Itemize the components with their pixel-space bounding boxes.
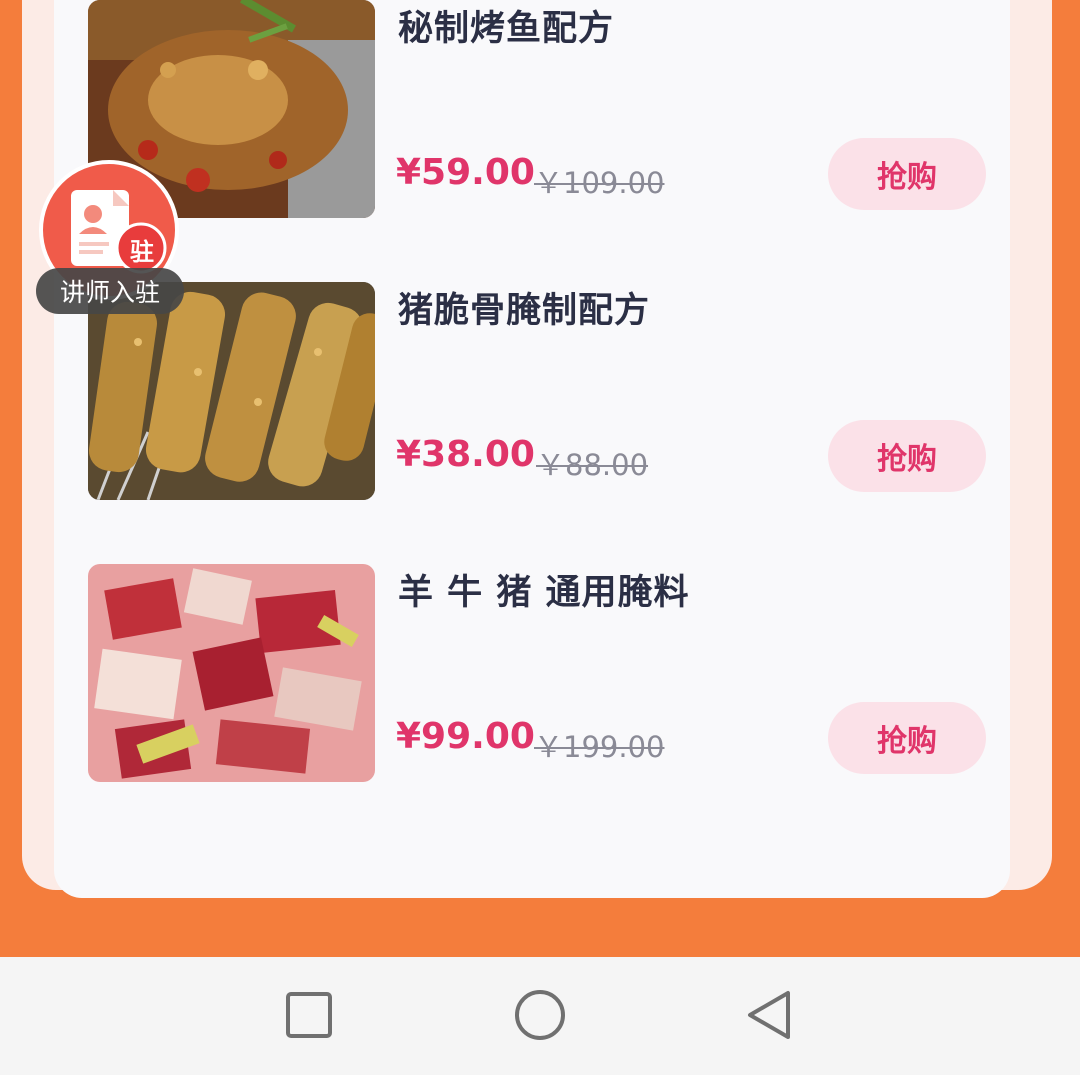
product-image-marinated-meat[interactable] — [88, 564, 375, 782]
product-title: 秘制烤鱼配方 — [398, 9, 615, 49]
product-original-price: ￥199.00 — [534, 730, 665, 764]
badge-char: 驻 — [130, 238, 154, 266]
product-item[interactable]: 羊 牛 猪 通用腌料 ¥99.00 ￥199.00 抢购 — [88, 564, 998, 782]
back-icon[interactable] — [740, 985, 800, 1045]
product-title: 猪脆骨腌制配方 — [398, 291, 651, 331]
buy-button[interactable]: 抢购 — [828, 702, 986, 774]
instructor-join-badge[interactable]: 驻 讲师入驻 — [36, 160, 186, 320]
system-navigation-bar — [0, 957, 1080, 1075]
product-original-price: ￥109.00 — [534, 166, 665, 200]
home-icon[interactable] — [510, 985, 570, 1045]
product-price: ¥38.00 — [396, 434, 535, 475]
product-item[interactable]: 猪脆骨腌制配方 ¥38.00 ￥88.00 抢购 — [88, 282, 998, 500]
product-title: 羊 牛 猪 通用腌料 — [398, 573, 690, 613]
product-price: ¥99.00 — [396, 716, 535, 757]
product-item[interactable]: 秘制烤鱼配方 ¥59.00 ￥109.00 抢购 — [88, 0, 998, 218]
product-original-price: ￥88.00 — [536, 448, 649, 482]
product-price: ¥59.00 — [396, 152, 535, 193]
instructor-join-label: 讲师入驻 — [36, 268, 184, 314]
recent-apps-icon[interactable] — [279, 985, 339, 1045]
buy-button[interactable]: 抢购 — [828, 138, 986, 210]
buy-button[interactable]: 抢购 — [828, 420, 986, 492]
